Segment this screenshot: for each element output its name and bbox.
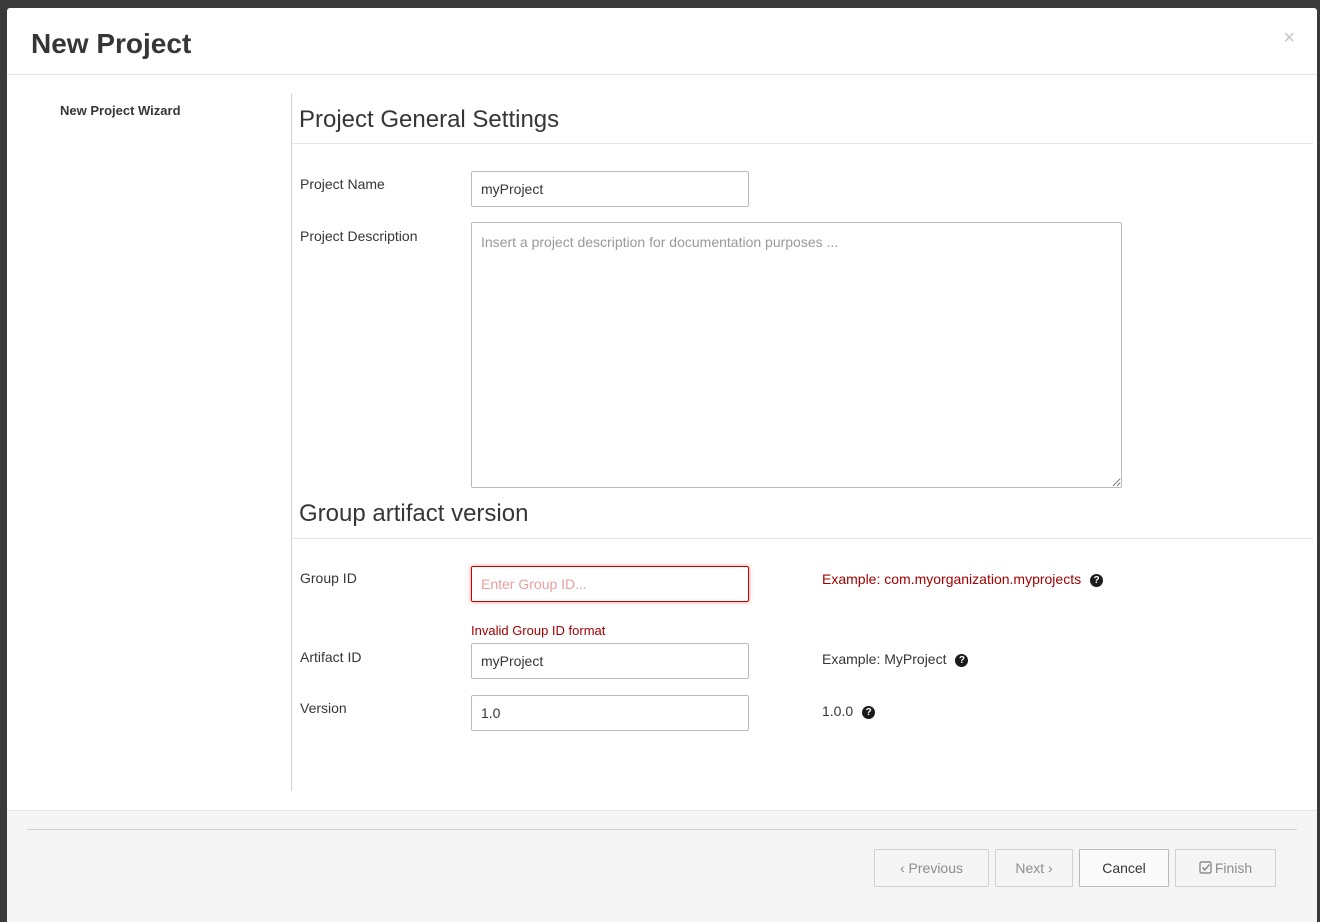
cancel-button[interactable]: Cancel <box>1079 849 1169 887</box>
project-description-textarea[interactable] <box>471 222 1122 488</box>
check-square-icon <box>1199 861 1212 874</box>
version-example-text: 1.0.0 <box>822 703 854 719</box>
question-circle-icon[interactable]: ? <box>1090 574 1104 587</box>
wizard-nav-item-new-project-wizard[interactable]: New Project Wizard <box>60 103 181 118</box>
section-divider <box>292 143 1313 144</box>
close-icon[interactable]: × <box>1283 28 1295 48</box>
version-label: Version <box>300 700 347 716</box>
section-divider <box>292 538 1313 539</box>
finish-button[interactable]: Finish <box>1175 849 1276 887</box>
previous-button[interactable]: ‹ Previous <box>874 849 989 887</box>
next-button[interactable]: Next › <box>995 849 1073 887</box>
wizard-divider <box>291 94 292 791</box>
finish-button-label: Finish <box>1214 860 1253 876</box>
section-title-gav: Group artifact version <box>299 500 529 527</box>
project-name-label: Project Name <box>300 176 385 192</box>
project-description-label: Project Description <box>300 228 418 244</box>
question-circle-icon[interactable]: ? <box>862 706 876 719</box>
question-circle-icon[interactable]: ? <box>955 654 969 667</box>
modal-header: New Project × <box>7 8 1317 75</box>
next-button-label: Next › <box>1015 860 1053 876</box>
version-example: 1.0.0? <box>822 703 876 719</box>
cancel-button-label: Cancel <box>1102 860 1146 876</box>
section-title-general-settings: Project General Settings <box>299 106 560 133</box>
artifact-id-label: Artifact ID <box>300 649 362 665</box>
new-project-modal: New Project × New Project Wizard Project… <box>7 8 1317 922</box>
previous-button-label: ‹ Previous <box>899 860 964 876</box>
modal-title: New Project <box>31 28 192 59</box>
modal-footer: ‹ Previous Next › Cancel Finish <box>7 810 1317 922</box>
group-id-example-text: Example: com.myorganization.myprojects <box>822 571 1082 587</box>
artifact-id-example: Example: MyProject? <box>822 651 969 667</box>
version-input[interactable] <box>471 695 749 731</box>
project-name-input[interactable] <box>471 171 749 207</box>
group-id-label: Group ID <box>300 570 357 586</box>
artifact-id-example-text: Example: MyProject <box>822 651 947 667</box>
group-id-input[interactable] <box>471 566 749 602</box>
group-id-example: Example: com.myorganization.myprojects? <box>822 571 1104 587</box>
artifact-id-input[interactable] <box>471 643 749 679</box>
footer-divider <box>27 829 1297 830</box>
group-id-error-message: Invalid Group ID format <box>471 623 606 638</box>
